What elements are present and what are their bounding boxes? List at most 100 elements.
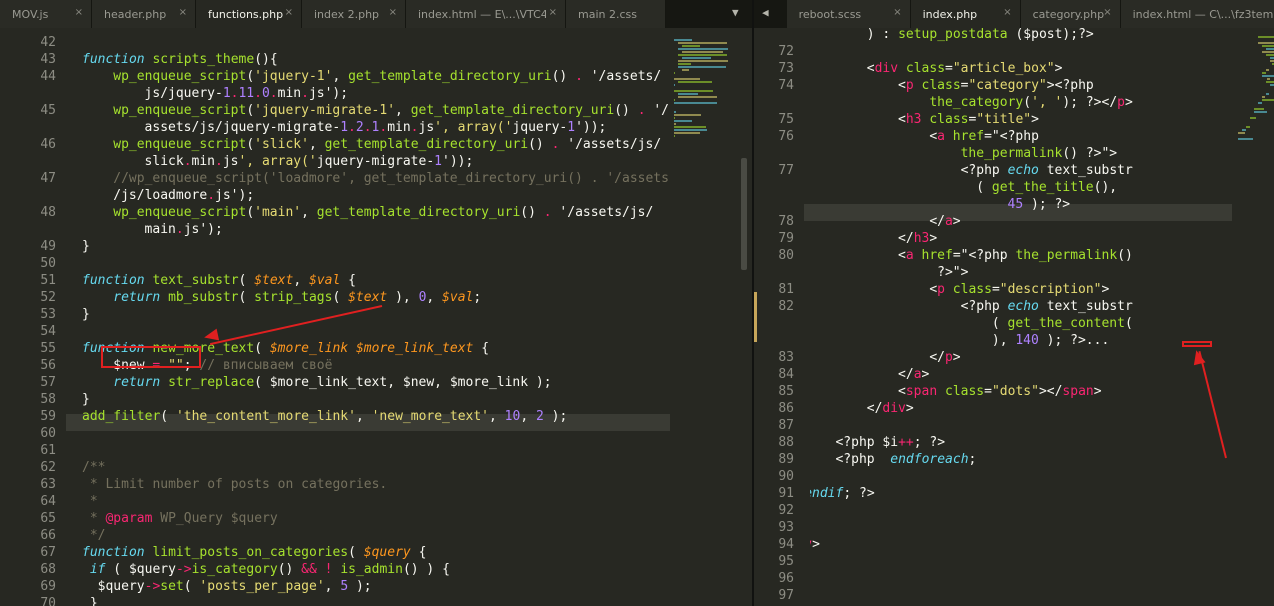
code-line[interactable]: </a> xyxy=(929,213,960,230)
tab-index-php[interactable]: index.php × xyxy=(910,0,1021,28)
code-line[interactable]: <p class="description"> xyxy=(929,281,1109,298)
code-line[interactable]: ), 140 ); ?>... xyxy=(992,332,1109,349)
code-line[interactable]: } xyxy=(82,595,98,606)
scrollbar-thumb[interactable] xyxy=(741,158,747,270)
close-icon[interactable]: × xyxy=(389,7,397,18)
minimap-line xyxy=(1266,69,1269,71)
right-editor-pane[interactable]: 72 73 74 75 76 77 78 79 80 81 82 83 84 85 86 87 88 89 90 91… xyxy=(754,28,1274,606)
code-line[interactable]: ( get_the_content( xyxy=(992,315,1133,332)
code-line[interactable]: ) : setup_postdata ($post);?> xyxy=(867,28,1094,43)
line-number: 65 xyxy=(40,511,56,526)
tab-index-2-php[interactable]: index 2.php × xyxy=(302,0,406,28)
code-line[interactable]: the_permalink() ?>"> xyxy=(961,145,1118,162)
code-line[interactable]: * Limit number of posts on categories. xyxy=(82,476,387,493)
code-line[interactable]: wp_enqueue_script('jquery-migrate-1', ge… xyxy=(113,102,669,119)
code-line[interactable]: function text_substr( $text, $val { xyxy=(82,272,356,289)
tab-overflow-icon[interactable]: ▼ xyxy=(732,6,739,19)
tab-header-php[interactable]: header.php × xyxy=(92,0,196,28)
code-area[interactable]: ) : setup_postdata ($post);?> <div class=… xyxy=(810,28,1232,606)
tab-mov-js[interactable]: MOV.js × xyxy=(0,0,92,28)
right-tab-bar: ◀ reboot.scss × index.php × category.php… xyxy=(754,0,1274,28)
code-line[interactable]: the_category(', '); ?></p> xyxy=(929,94,1133,111)
code-line[interactable]: </h3> xyxy=(898,230,937,247)
code-line[interactable]: * @param WP_Query $query xyxy=(82,510,278,527)
code-line[interactable]: js/jquery-1.11.0.min.js'); xyxy=(145,85,349,102)
code-line[interactable]: return str_replace( $more_link_text, $ne… xyxy=(113,374,551,391)
code-line[interactable]: * xyxy=(82,493,98,510)
code-line[interactable]: <div class="article_box"> xyxy=(867,60,1063,77)
code-line[interactable]: //wp_enqueue_script('loadmore', get_temp… xyxy=(113,170,669,187)
code-line[interactable]: </a> xyxy=(898,366,929,383)
tab-index-html-vtc4[interactable]: index.html — E\...\VTC4 × xyxy=(406,0,566,28)
code-line[interactable]: } xyxy=(82,238,90,255)
tab-reboot-scss[interactable]: reboot.scss × xyxy=(786,0,911,28)
close-icon[interactable]: × xyxy=(1003,7,1011,18)
code-line[interactable]: $query->set( 'posts_per_page', 5 ); xyxy=(82,578,372,595)
close-icon[interactable]: × xyxy=(1103,7,1111,18)
line-number: 94 xyxy=(778,537,794,552)
line-number: 64 xyxy=(40,494,56,509)
tab-label: MOV.js xyxy=(12,7,49,21)
code-line[interactable]: function scripts_theme(){ xyxy=(82,51,278,68)
code-line[interactable]: <?php echo text_substr xyxy=(961,298,1133,315)
code-line[interactable]: <a href="<?php the_permalink() xyxy=(898,247,1133,264)
minimap-line xyxy=(1254,108,1264,110)
code-line[interactable]: ( get_the_title(), xyxy=(976,179,1117,196)
minimap[interactable] xyxy=(1236,28,1274,606)
code-line[interactable]: ?>"> xyxy=(937,264,968,281)
minimap-line xyxy=(678,42,727,44)
code-line[interactable]: <h3 class="title"> xyxy=(898,111,1039,128)
close-icon[interactable]: × xyxy=(75,7,83,18)
code-line[interactable]: <span class="dots"></span> xyxy=(898,383,1102,400)
tab-index-html-fz3temp[interactable]: index.html — C\...\fz3temp-2 xyxy=(1120,0,1274,28)
close-icon[interactable]: × xyxy=(549,7,557,18)
code-line[interactable]: main.js'); xyxy=(145,221,223,238)
code-line[interactable]: </p> xyxy=(929,349,960,366)
line-number: 47 xyxy=(40,171,56,186)
code-line[interactable]: assets/js/jquery-migrate-1.2.1.min.js', … xyxy=(145,119,607,136)
close-icon[interactable]: × xyxy=(893,7,901,18)
code-area[interactable]: function scripts_theme(){wp_enqueue_scri… xyxy=(82,28,672,606)
code-line[interactable]: } xyxy=(82,391,90,408)
code-line[interactable]: return mb_substr( strip_tags( $text ), 0… xyxy=(113,289,481,306)
minimap-line xyxy=(674,39,692,41)
minimap[interactable] xyxy=(672,28,736,606)
code-line[interactable]: endif; ?> xyxy=(810,485,875,502)
code-line[interactable]: function limit_posts_on_categories( $que… xyxy=(82,544,426,561)
code-line[interactable]: <?php echo text_substr xyxy=(961,162,1133,179)
close-icon[interactable]: × xyxy=(285,7,293,18)
minimap-line xyxy=(678,63,691,65)
code-line[interactable]: /js/loadmore.js'); xyxy=(113,187,254,204)
tab-functions-php[interactable]: functions.php × xyxy=(196,0,302,28)
minimap-line xyxy=(682,69,689,71)
tab-category-php[interactable]: category.php × xyxy=(1020,0,1121,28)
left-editor-pane[interactable]: 42 43 44 45 46 47 48 49 50 51 52 53 54 55 56 57 58 59 60 61… xyxy=(0,28,752,606)
code-line[interactable]: add_filter( 'the_content_more_link', 'ne… xyxy=(82,408,567,425)
code-line[interactable]: </div> xyxy=(867,400,914,417)
code-line[interactable]: </div> xyxy=(810,536,820,553)
line-number: 75 xyxy=(778,112,794,127)
code-line[interactable]: <?php $i++; ?> xyxy=(835,434,945,451)
close-icon[interactable]: × xyxy=(179,7,187,18)
code-line[interactable]: <p class="category"><?php xyxy=(898,77,1094,94)
tab-label: functions.php xyxy=(208,7,284,21)
code-line[interactable]: <a href="<?php xyxy=(929,128,1039,145)
tab-main-2-css[interactable]: main 2.css xyxy=(566,0,666,28)
code-line[interactable]: 45 ); ?> xyxy=(1008,196,1071,213)
minimap-line xyxy=(682,51,724,53)
line-number: 84 xyxy=(778,367,794,382)
code-line[interactable]: */ xyxy=(82,527,106,544)
minimap-line xyxy=(674,84,675,86)
code-line[interactable]: if ( $query->is_category() && ! is_admin… xyxy=(82,561,450,578)
tab-label: index.html — C\...\fz3temp-2 xyxy=(1132,7,1274,21)
code-line[interactable]: } xyxy=(82,306,90,323)
code-line[interactable]: wp_enqueue_script('slick', get_template_… xyxy=(113,136,661,153)
tab-scroll-left-icon[interactable]: ◀ xyxy=(762,6,769,28)
code-line[interactable]: <?php endforeach; xyxy=(835,451,976,468)
code-line[interactable]: wp_enqueue_script('main', get_template_d… xyxy=(113,204,653,221)
code-line[interactable]: slick.min.js', array('jquery-migrate-1')… xyxy=(145,153,474,170)
minimap-line xyxy=(674,135,676,137)
code-line[interactable]: /** xyxy=(82,459,105,476)
code-line[interactable]: wp_enqueue_script('jquery-1', get_templa… xyxy=(113,68,661,85)
tab-label: header.php xyxy=(104,7,167,21)
